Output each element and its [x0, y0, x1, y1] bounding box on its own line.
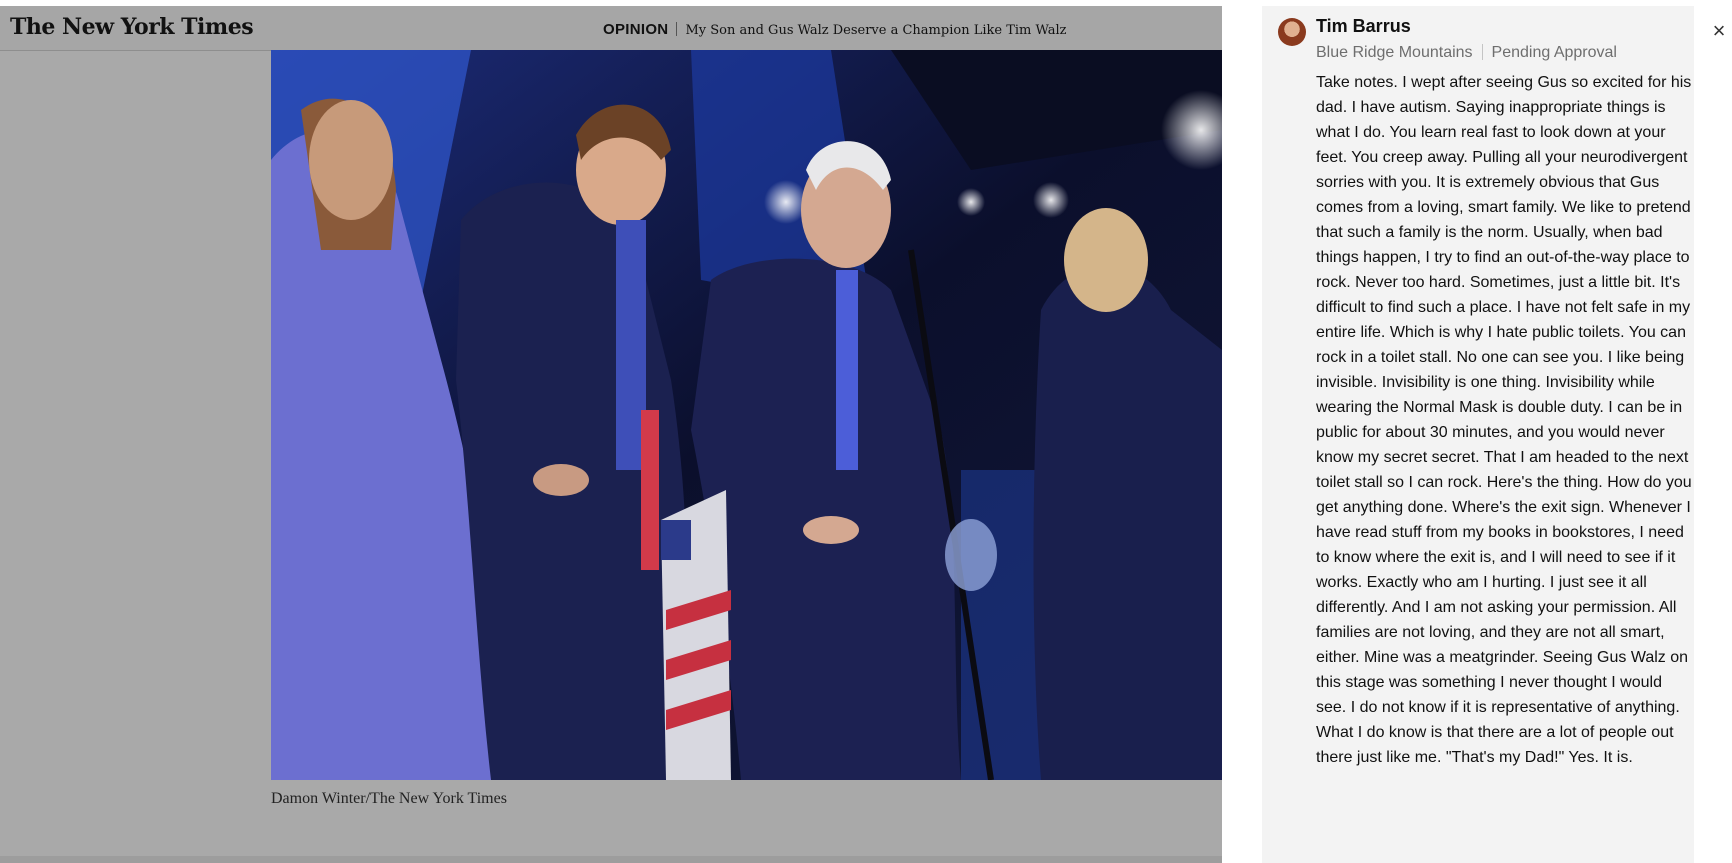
close-icon[interactable]: ×	[1708, 20, 1730, 42]
comment-card: Tim Barrus Blue Ridge Mountains Pending A…	[1262, 6, 1694, 863]
header-divider	[676, 22, 678, 36]
bottom-strip	[0, 856, 1222, 863]
comment-body: Take notes. I wept after seeing Gus so e…	[1316, 74, 1692, 766]
section-label[interactable]: OPINION	[603, 21, 668, 38]
header-headline: OPINION My Son and Gus Walz Deserve a Cha…	[603, 21, 1066, 38]
article-photo	[271, 50, 1222, 780]
comment-panel: Tim Barrus Blue Ridge Mountains Pending A…	[1222, 6, 1732, 863]
article-header-bar: The New York Times OPINION My Son and Gus…	[0, 6, 1222, 51]
avatar	[1278, 18, 1306, 46]
article-title: My Son and Gus Walz Deserve a Champion L…	[685, 23, 1067, 38]
comment-author: Tim Barrus	[1316, 16, 1411, 36]
comment-location: Blue Ridge Mountains	[1316, 44, 1473, 61]
meta-divider	[1481, 44, 1483, 60]
photo-caption: Damon Winter/The New York Times	[271, 790, 507, 807]
comment-status-badge: Pending Approval	[1491, 44, 1617, 61]
nyt-logo[interactable]: The New York Times	[10, 14, 254, 40]
stage-photo-illustration	[271, 50, 1222, 780]
comment-meta: Blue Ridge Mountains Pending Approval	[1316, 44, 1617, 62]
